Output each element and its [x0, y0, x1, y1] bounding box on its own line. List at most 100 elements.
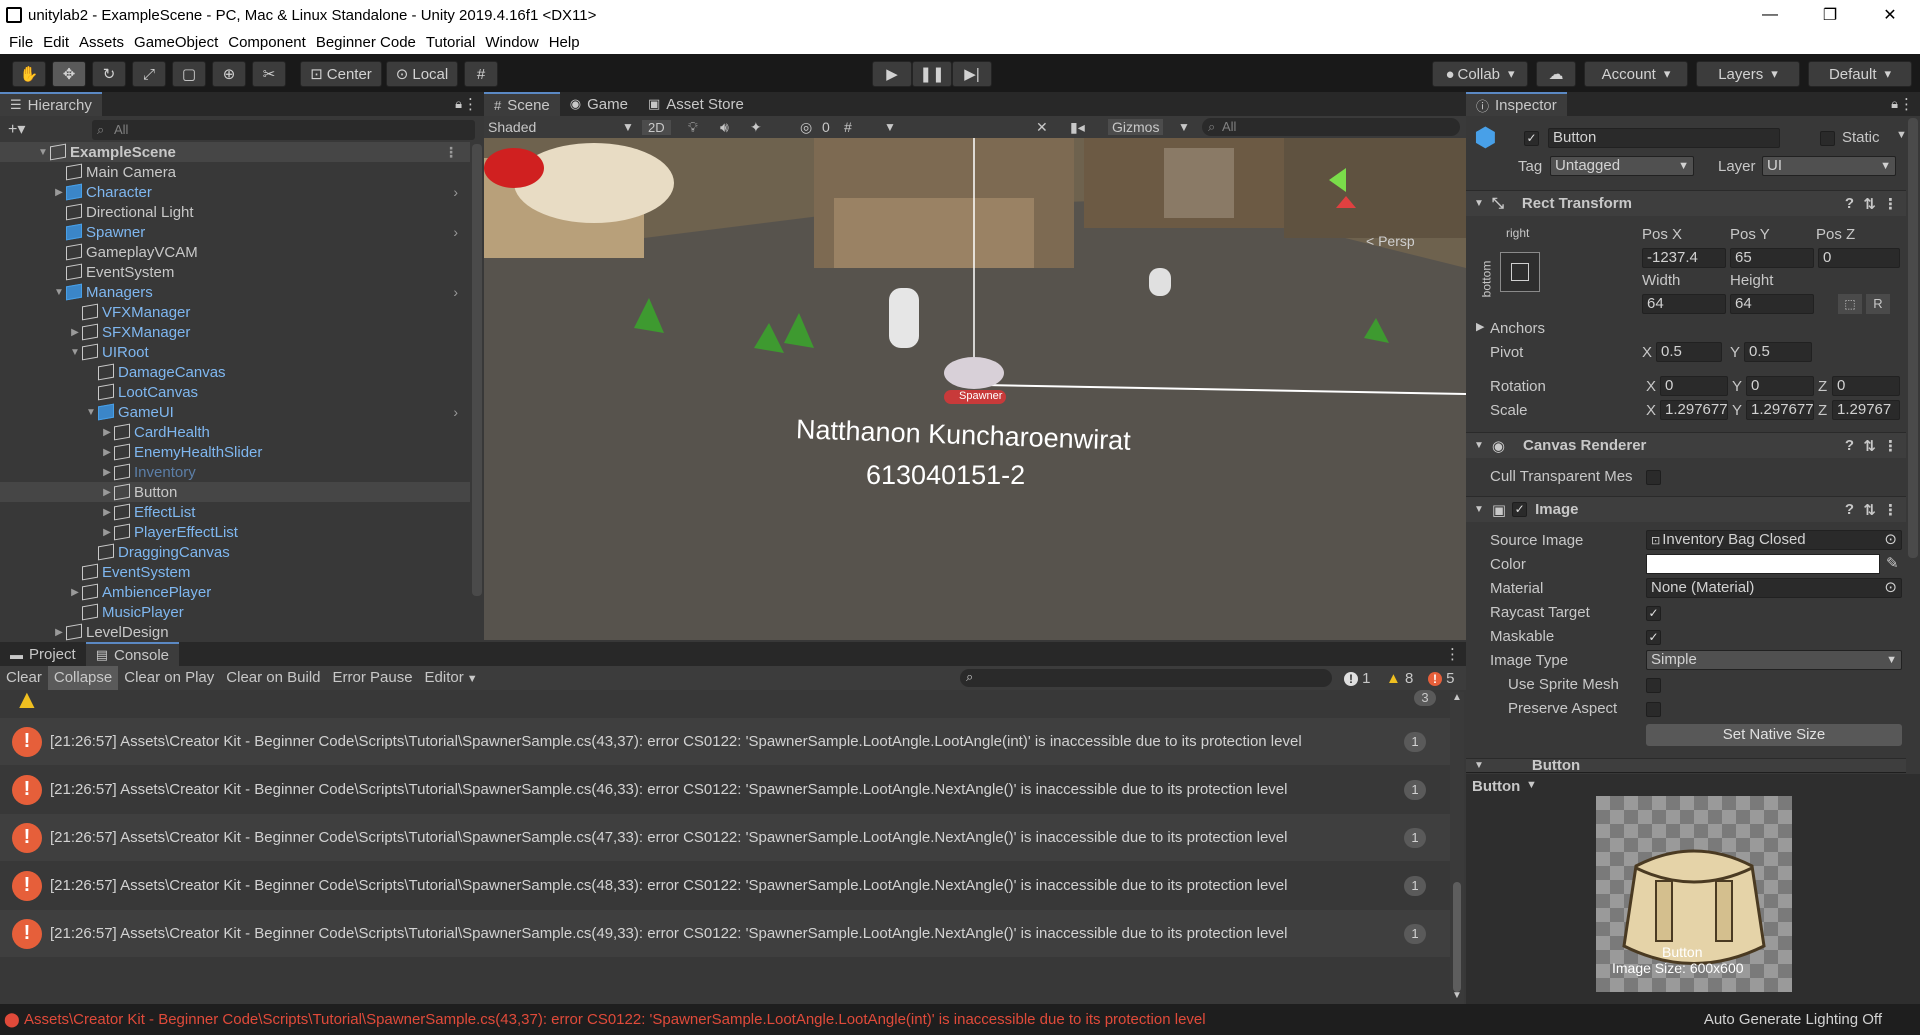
- collapsed-arrow-icon[interactable]: ▶: [68, 327, 82, 338]
- console-menu-icon[interactable]: ⋮: [1445, 645, 1460, 663]
- effects-toggle-icon[interactable]: ✦: [750, 119, 762, 136]
- hierarchy-item[interactable]: ▶ LevelDesign: [0, 622, 470, 642]
- hidden-objects-icon[interactable]: ◎: [800, 119, 812, 136]
- hierarchy-item[interactable]: EventSystem: [0, 262, 470, 282]
- gizmos-dropdown-icon[interactable]: ▼: [1178, 120, 1190, 134]
- scene-viewport[interactable]: Spawner < Persp Natthanon Kuncharoenwira…: [484, 138, 1466, 640]
- grid-toggle-icon[interactable]: #: [844, 119, 852, 135]
- expanded-arrow-icon[interactable]: ▼: [84, 407, 98, 418]
- tab-project[interactable]: ▬ Project: [0, 642, 86, 666]
- hierarchy-search-input[interactable]: ⌕ All: [92, 120, 475, 140]
- space-toggle-button[interactable]: ⊙ Local: [386, 61, 458, 87]
- console-log-row[interactable]: ! [21:26:57] Assets\Creator Kit - Beginne…: [0, 766, 1450, 813]
- collapse-button[interactable]: Collapse: [47, 666, 119, 690]
- rotate-tool-icon[interactable]: ↻: [92, 61, 126, 87]
- menu-assets[interactable]: Assets: [79, 34, 124, 51]
- prefab-open-arrow-icon[interactable]: ›: [453, 284, 458, 300]
- collapsed-arrow-icon[interactable]: ▶: [100, 467, 114, 478]
- help-icon[interactable]: ?: [1845, 195, 1854, 212]
- static-checkbox[interactable]: [1820, 131, 1835, 146]
- inspector-lock-icon[interactable]: 🔒︎: [1891, 96, 1898, 112]
- canvas-menu-icon[interactable]: ⋮: [1883, 437, 1898, 455]
- console-log-row[interactable]: ! [21:26:57] Assets\Creator Kit - Beginne…: [0, 910, 1450, 957]
- scale-x-field[interactable]: 1.297677: [1660, 400, 1728, 420]
- tab-scene[interactable]: # Scene: [484, 92, 560, 116]
- play-button[interactable]: ▶: [872, 61, 912, 87]
- object-picker-icon[interactable]: ⊙: [1884, 531, 1897, 549]
- warning-filter-button[interactable]: ▲ 8: [1386, 670, 1413, 687]
- layout-dropdown[interactable]: Default: [1808, 61, 1912, 87]
- image-header[interactable]: ▼ ▣ ✓ Image ? ⇅ ⋮: [1466, 496, 1906, 522]
- panel-menu-icon[interactable]: ⋮: [463, 95, 478, 113]
- prefab-open-arrow-icon[interactable]: ›: [453, 224, 458, 240]
- tab-game[interactable]: ◉ Game: [560, 92, 638, 116]
- tab-hierarchy[interactable]: ☰ Hierarchy: [0, 92, 102, 116]
- gizmos-button[interactable]: Gizmos: [1108, 119, 1164, 135]
- prefab-open-arrow-icon[interactable]: ›: [453, 404, 458, 420]
- hierarchy-item[interactable]: ▶ AmbiencePlayer: [0, 582, 470, 602]
- move-tool-icon[interactable]: ✥: [52, 61, 86, 87]
- anchors-expand-icon[interactable]: ▶: [1476, 320, 1484, 333]
- camera-icon[interactable]: ▮◂: [1070, 119, 1085, 136]
- inspector-menu-icon[interactable]: ⋮: [1899, 95, 1914, 113]
- collapsed-arrow-icon[interactable]: ▶: [100, 447, 114, 458]
- rect-transform-header[interactable]: ▼ ⤡ Rect Transform ? ⇅ ⋮: [1466, 190, 1906, 216]
- hierarchy-item[interactable]: MusicPlayer: [0, 602, 470, 622]
- hierarchy-item[interactable]: ▼ GameUI ›: [0, 402, 470, 422]
- collab-button[interactable]: ● Collab: [1432, 61, 1528, 87]
- lock-icon[interactable]: 🔒︎: [455, 96, 462, 112]
- layer-dropdown[interactable]: UI ▼: [1762, 156, 1896, 176]
- menu-edit[interactable]: Edit: [43, 34, 69, 51]
- hand-tool-icon[interactable]: ✋: [12, 61, 46, 87]
- step-button[interactable]: ▶|: [952, 61, 992, 87]
- collapsed-arrow-icon[interactable]: ▶: [100, 427, 114, 438]
- scroll-down-icon[interactable]: ▼: [1452, 990, 1462, 1001]
- hierarchy-item[interactable]: ▶ PlayerEffectList: [0, 522, 470, 542]
- layers-dropdown[interactable]: Layers: [1696, 61, 1800, 87]
- collapsed-arrow-icon[interactable]: ▶: [52, 187, 66, 198]
- minimize-button[interactable]: —: [1740, 0, 1800, 30]
- width-field[interactable]: 64: [1642, 294, 1726, 314]
- expanded-arrow-icon[interactable]: ▼: [52, 287, 66, 298]
- hierarchy-item[interactable]: DraggingCanvas: [0, 542, 470, 562]
- info-filter-button[interactable]: ! 1: [1344, 670, 1371, 687]
- eyedropper-icon[interactable]: ✎: [1886, 554, 1899, 572]
- hierarchy-item[interactable]: Main Camera: [0, 162, 470, 182]
- hierarchy-item[interactable]: ▶ CardHealth: [0, 422, 470, 442]
- active-checkbox[interactable]: ✓: [1524, 131, 1539, 146]
- hierarchy-item[interactable]: ▶ SFXManager: [0, 322, 470, 342]
- cloud-services-icon[interactable]: ☁: [1536, 61, 1576, 87]
- create-add-icon[interactable]: +▾: [8, 119, 25, 139]
- preserve-aspect-checkbox[interactable]: [1646, 702, 1661, 717]
- account-dropdown[interactable]: Account: [1584, 61, 1688, 87]
- console-log-row[interactable]: ! [21:26:57] Assets\Creator Kit - Beginne…: [0, 862, 1450, 909]
- hierarchy-item[interactable]: ▶ Inventory: [0, 462, 470, 482]
- anchors-label[interactable]: Anchors: [1490, 320, 1545, 337]
- hierarchy-item[interactable]: ▶ EnemyHealthSlider: [0, 442, 470, 462]
- console-log-row[interactable]: ! [21:26:57] Assets\Creator Kit - Beginne…: [0, 718, 1450, 765]
- source-image-field[interactable]: ⊡ Inventory Bag Closed ⊙: [1646, 530, 1902, 550]
- clear-on-build-button[interactable]: Clear on Build: [220, 666, 326, 690]
- static-label[interactable]: Static: [1842, 129, 1880, 146]
- raycast-target-checkbox[interactable]: ✓: [1646, 606, 1661, 621]
- editor-dropdown[interactable]: Editor ▼: [419, 666, 484, 690]
- pos-y-field[interactable]: 65: [1730, 248, 1814, 268]
- image-enabled-checkbox[interactable]: ✓: [1512, 502, 1528, 517]
- hierarchy-item[interactable]: DamageCanvas: [0, 362, 470, 382]
- pos-x-field[interactable]: -1237.4: [1642, 248, 1726, 268]
- rotation-y-field[interactable]: 0: [1746, 376, 1814, 396]
- menu-gameobject[interactable]: GameObject: [134, 34, 218, 51]
- blueprint-mode-icon[interactable]: ⬚: [1838, 294, 1862, 314]
- height-field[interactable]: 64: [1730, 294, 1814, 314]
- preview-dropdown[interactable]: Button: [1472, 778, 1520, 795]
- hierarchy-item[interactable]: ▶ Button: [0, 482, 470, 502]
- rect-tool-icon[interactable]: ▢: [172, 61, 206, 87]
- hierarchy-item[interactable]: EventSystem: [0, 562, 470, 582]
- tag-dropdown[interactable]: Untagged ▼: [1550, 156, 1694, 176]
- tools-icon[interactable]: ✕: [1036, 119, 1048, 136]
- pivot-x-field[interactable]: 0.5: [1656, 342, 1722, 362]
- prefab-open-arrow-icon[interactable]: ›: [453, 184, 458, 200]
- pivot-toggle-button[interactable]: ⊡ Center: [300, 61, 382, 87]
- image-preset-icon[interactable]: ⇅: [1863, 501, 1876, 519]
- scene-search-input[interactable]: ⌕ All: [1202, 118, 1460, 136]
